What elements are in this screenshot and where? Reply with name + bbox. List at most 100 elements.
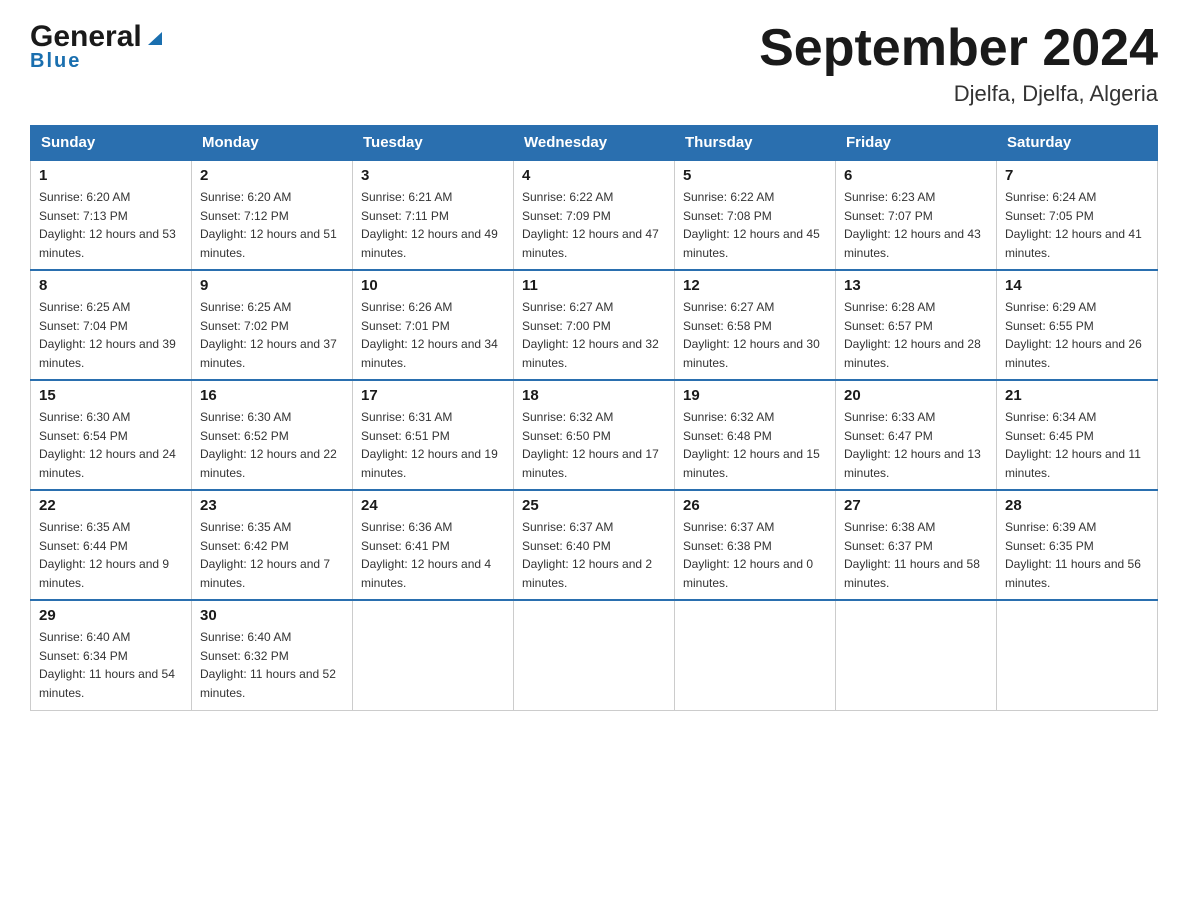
day-number: 11 [522, 277, 666, 294]
day-number: 16 [200, 387, 344, 404]
sunset-label: Sunset: 6:34 PM [39, 649, 128, 663]
calendar-cell: 5 Sunrise: 6:22 AM Sunset: 7:08 PM Dayli… [675, 160, 836, 270]
daylight-label: Daylight: 12 hours and 17 minutes. [522, 447, 659, 480]
day-number: 1 [39, 167, 183, 184]
day-number: 9 [200, 277, 344, 294]
sunset-label: Sunset: 6:37 PM [844, 539, 933, 553]
calendar-cell: 20 Sunrise: 6:33 AM Sunset: 6:47 PM Dayl… [836, 380, 997, 490]
day-number: 20 [844, 387, 988, 404]
sunset-label: Sunset: 7:04 PM [39, 319, 128, 333]
sunrise-label: Sunrise: 6:40 AM [200, 630, 291, 644]
calendar-cell: 13 Sunrise: 6:28 AM Sunset: 6:57 PM Dayl… [836, 270, 997, 380]
calendar-title: September 2024 [759, 20, 1158, 77]
day-info: Sunrise: 6:35 AM Sunset: 6:44 PM Dayligh… [39, 518, 183, 592]
sunset-label: Sunset: 6:44 PM [39, 539, 128, 553]
sunrise-label: Sunrise: 6:38 AM [844, 520, 935, 534]
day-number: 23 [200, 497, 344, 514]
day-info: Sunrise: 6:22 AM Sunset: 7:08 PM Dayligh… [683, 188, 827, 262]
day-number: 4 [522, 167, 666, 184]
sunrise-label: Sunrise: 6:34 AM [1005, 410, 1096, 424]
daylight-label: Daylight: 12 hours and 34 minutes. [361, 337, 498, 370]
sunrise-label: Sunrise: 6:25 AM [200, 300, 291, 314]
day-number: 12 [683, 277, 827, 294]
sunrise-label: Sunrise: 6:22 AM [683, 190, 774, 204]
calendar-subtitle: Djelfa, Djelfa, Algeria [759, 81, 1158, 107]
day-number: 22 [39, 497, 183, 514]
daylight-label: Daylight: 11 hours and 56 minutes. [1005, 557, 1141, 590]
day-info: Sunrise: 6:38 AM Sunset: 6:37 PM Dayligh… [844, 518, 988, 592]
header-monday: Monday [192, 126, 353, 161]
sunrise-label: Sunrise: 6:30 AM [39, 410, 130, 424]
page-header: General Blue September 2024 Djelfa, Djel… [30, 20, 1158, 107]
title-area: September 2024 Djelfa, Djelfa, Algeria [759, 20, 1158, 107]
calendar-cell: 10 Sunrise: 6:26 AM Sunset: 7:01 PM Dayl… [353, 270, 514, 380]
day-info: Sunrise: 6:34 AM Sunset: 6:45 PM Dayligh… [1005, 408, 1149, 482]
calendar-cell: 9 Sunrise: 6:25 AM Sunset: 7:02 PM Dayli… [192, 270, 353, 380]
day-number: 8 [39, 277, 183, 294]
sunset-label: Sunset: 6:50 PM [522, 429, 611, 443]
sunrise-label: Sunrise: 6:27 AM [683, 300, 774, 314]
daylight-label: Daylight: 12 hours and 26 minutes. [1005, 337, 1142, 370]
calendar-cell [675, 600, 836, 710]
calendar-cell: 25 Sunrise: 6:37 AM Sunset: 6:40 PM Dayl… [514, 490, 675, 600]
sunset-label: Sunset: 6:52 PM [200, 429, 289, 443]
sunset-label: Sunset: 6:48 PM [683, 429, 772, 443]
calendar-cell: 4 Sunrise: 6:22 AM Sunset: 7:09 PM Dayli… [514, 160, 675, 270]
sunset-label: Sunset: 6:47 PM [844, 429, 933, 443]
daylight-label: Daylight: 12 hours and 13 minutes. [844, 447, 981, 480]
sunrise-label: Sunrise: 6:29 AM [1005, 300, 1096, 314]
header-saturday: Saturday [997, 126, 1158, 161]
sunset-label: Sunset: 6:54 PM [39, 429, 128, 443]
header-thursday: Thursday [675, 126, 836, 161]
day-number: 28 [1005, 497, 1149, 514]
daylight-label: Daylight: 12 hours and 15 minutes. [683, 447, 820, 480]
header-wednesday: Wednesday [514, 126, 675, 161]
day-info: Sunrise: 6:20 AM Sunset: 7:13 PM Dayligh… [39, 188, 183, 262]
calendar-cell: 21 Sunrise: 6:34 AM Sunset: 6:45 PM Dayl… [997, 380, 1158, 490]
calendar-cell [836, 600, 997, 710]
sunrise-label: Sunrise: 6:30 AM [200, 410, 291, 424]
sunrise-label: Sunrise: 6:37 AM [683, 520, 774, 534]
day-info: Sunrise: 6:21 AM Sunset: 7:11 PM Dayligh… [361, 188, 505, 262]
day-number: 2 [200, 167, 344, 184]
calendar-cell [514, 600, 675, 710]
day-info: Sunrise: 6:30 AM Sunset: 6:52 PM Dayligh… [200, 408, 344, 482]
daylight-label: Daylight: 12 hours and 37 minutes. [200, 337, 337, 370]
calendar-cell: 12 Sunrise: 6:27 AM Sunset: 6:58 PM Dayl… [675, 270, 836, 380]
daylight-label: Daylight: 12 hours and 43 minutes. [844, 227, 981, 260]
sunrise-label: Sunrise: 6:35 AM [39, 520, 130, 534]
day-number: 6 [844, 167, 988, 184]
daylight-label: Daylight: 12 hours and 4 minutes. [361, 557, 491, 590]
daylight-label: Daylight: 11 hours and 52 minutes. [200, 667, 336, 700]
daylight-label: Daylight: 12 hours and 41 minutes. [1005, 227, 1142, 260]
daylight-label: Daylight: 11 hours and 54 minutes. [39, 667, 175, 700]
daylight-label: Daylight: 12 hours and 2 minutes. [522, 557, 652, 590]
day-number: 18 [522, 387, 666, 404]
daylight-label: Daylight: 12 hours and 49 minutes. [361, 227, 498, 260]
sunset-label: Sunset: 6:32 PM [200, 649, 289, 663]
day-number: 14 [1005, 277, 1149, 294]
sunrise-label: Sunrise: 6:40 AM [39, 630, 130, 644]
header-tuesday: Tuesday [353, 126, 514, 161]
daylight-label: Daylight: 12 hours and 24 minutes. [39, 447, 176, 480]
calendar-cell: 29 Sunrise: 6:40 AM Sunset: 6:34 PM Dayl… [31, 600, 192, 710]
day-info: Sunrise: 6:40 AM Sunset: 6:32 PM Dayligh… [200, 628, 344, 702]
calendar-cell: 24 Sunrise: 6:36 AM Sunset: 6:41 PM Dayl… [353, 490, 514, 600]
sunset-label: Sunset: 7:08 PM [683, 209, 772, 223]
day-number: 15 [39, 387, 183, 404]
sunrise-label: Sunrise: 6:24 AM [1005, 190, 1096, 204]
calendar-cell: 18 Sunrise: 6:32 AM Sunset: 6:50 PM Dayl… [514, 380, 675, 490]
day-info: Sunrise: 6:22 AM Sunset: 7:09 PM Dayligh… [522, 188, 666, 262]
calendar-cell: 23 Sunrise: 6:35 AM Sunset: 6:42 PM Dayl… [192, 490, 353, 600]
sunrise-label: Sunrise: 6:39 AM [1005, 520, 1096, 534]
sunset-label: Sunset: 7:05 PM [1005, 209, 1094, 223]
sunrise-label: Sunrise: 6:32 AM [683, 410, 774, 424]
daylight-label: Daylight: 12 hours and 22 minutes. [200, 447, 337, 480]
day-info: Sunrise: 6:31 AM Sunset: 6:51 PM Dayligh… [361, 408, 505, 482]
sunset-label: Sunset: 7:00 PM [522, 319, 611, 333]
day-number: 25 [522, 497, 666, 514]
sunset-label: Sunset: 6:57 PM [844, 319, 933, 333]
sunrise-label: Sunrise: 6:20 AM [200, 190, 291, 204]
sunrise-label: Sunrise: 6:22 AM [522, 190, 613, 204]
day-info: Sunrise: 6:35 AM Sunset: 6:42 PM Dayligh… [200, 518, 344, 592]
